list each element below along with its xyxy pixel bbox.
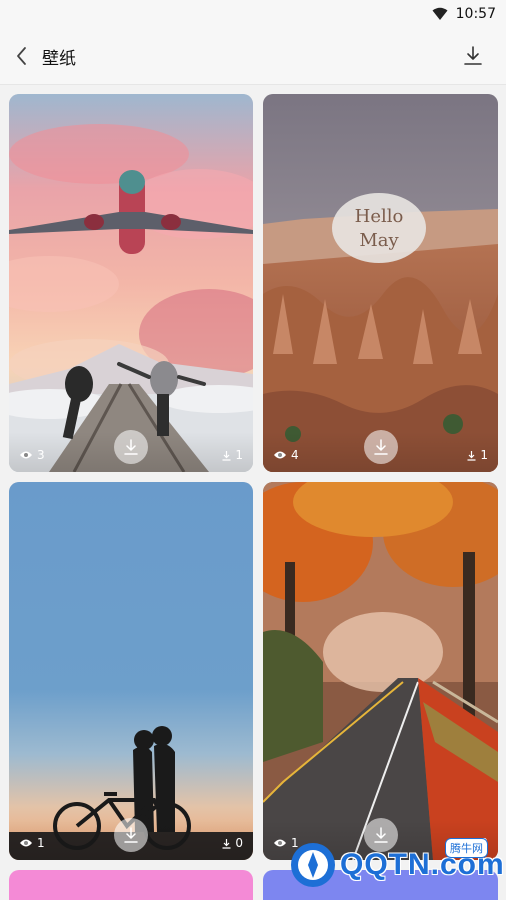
download-count-value: 1	[235, 448, 243, 462]
qqtn-logo-icon	[291, 843, 335, 887]
status-icons: 10:57	[432, 4, 496, 24]
watermark-tag: 腾牛网	[445, 838, 488, 858]
wallpaper-image-airplane	[9, 94, 253, 472]
card-download-button[interactable]	[114, 818, 148, 852]
view-count-value: 3	[37, 448, 45, 462]
view-count: 1	[19, 836, 45, 850]
download-icon	[373, 439, 388, 455]
view-count: 3	[19, 448, 45, 462]
wallpaper-image-couple	[9, 482, 253, 860]
wallpaper-card[interactable]: 3 1	[9, 94, 253, 472]
download-count-value: 1	[480, 448, 488, 462]
page-title: 壁纸	[42, 49, 76, 69]
download-icon	[124, 827, 138, 843]
chevron-left-icon	[17, 47, 26, 65]
download-count: 0	[221, 836, 243, 850]
back-button[interactable]	[10, 44, 34, 68]
status-time: 10:57	[455, 6, 496, 22]
wallpaper-card[interactable]: 1 0	[9, 482, 253, 860]
overlay-text-hello: Hello	[355, 206, 404, 227]
download-small-icon	[222, 838, 231, 849]
eye-icon	[274, 451, 286, 459]
view-count: 4	[273, 448, 299, 462]
view-count-value: 1	[37, 836, 45, 850]
download-count: 1	[466, 448, 488, 462]
wallpaper-card[interactable]	[9, 870, 253, 900]
download-button[interactable]	[460, 43, 486, 69]
wallpaper-grid: 3 1 Hello May 4 1 1 0 1	[0, 84, 506, 900]
wallpaper-image-canyon: Hello May	[263, 94, 498, 472]
download-small-icon	[467, 450, 476, 461]
eye-icon	[20, 839, 32, 847]
wallpaper-card[interactable]: 1 0	[263, 482, 498, 860]
overlay-text-may: May	[359, 230, 399, 251]
eye-icon	[20, 451, 32, 459]
download-small-icon	[222, 450, 231, 461]
download-icon	[464, 46, 482, 65]
view-count-value: 4	[291, 448, 299, 462]
watermark: QQTN.com 腾牛网	[288, 838, 504, 894]
wifi-icon	[432, 7, 448, 20]
download-count: 1	[221, 448, 243, 462]
status-bar: 10:57	[0, 0, 506, 28]
download-count-value: 0	[235, 836, 243, 850]
wallpaper-image-autumn-road	[263, 482, 498, 860]
download-icon	[124, 439, 138, 455]
card-download-button[interactable]	[363, 430, 398, 464]
eye-icon	[274, 839, 286, 847]
app-bar: 壁纸	[0, 28, 506, 85]
card-download-button[interactable]	[114, 430, 148, 464]
wallpaper-card[interactable]: Hello May 4 1	[263, 94, 498, 472]
